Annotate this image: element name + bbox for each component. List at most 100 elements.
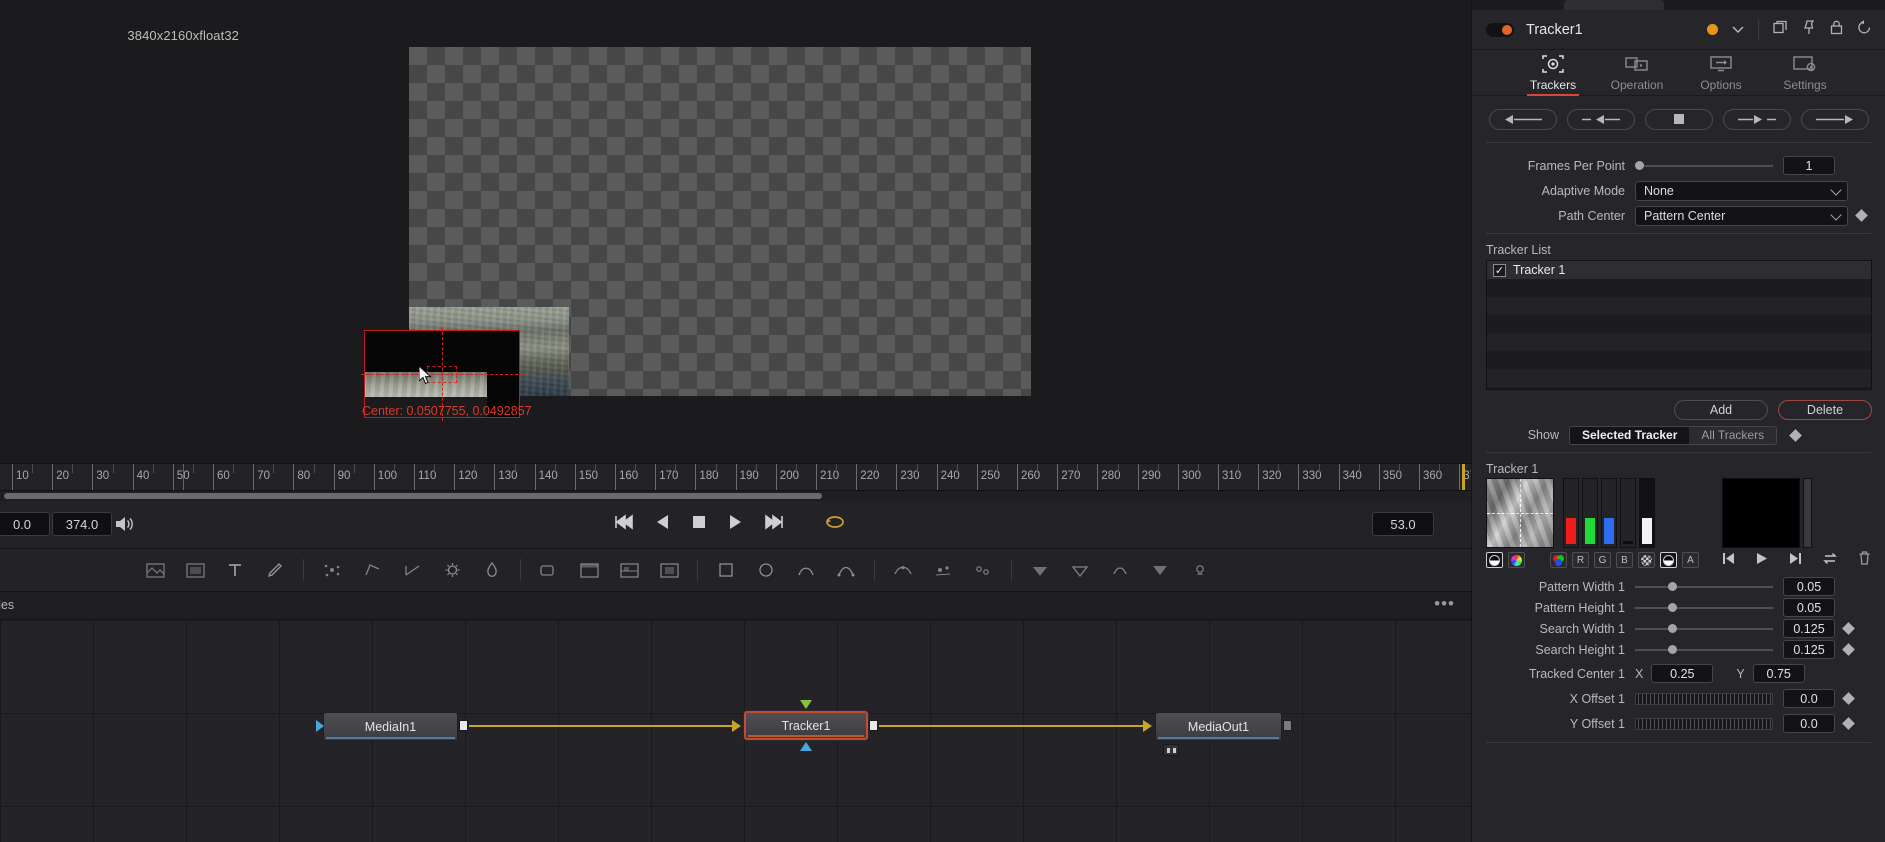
polyline-mask-icon[interactable]	[786, 555, 826, 585]
ellipse-mask-icon[interactable]	[746, 555, 786, 585]
color-display-button[interactable]	[1508, 552, 1525, 568]
y-offset-value[interactable]: 0.0	[1783, 714, 1835, 733]
add-tracker-button[interactable]: Add	[1674, 400, 1768, 420]
search-width-value[interactable]: 0.125	[1783, 619, 1835, 638]
background-icon[interactable]	[135, 555, 175, 585]
node-media-out[interactable]: MediaOut1	[1155, 712, 1282, 741]
loop-preview-button[interactable]	[1822, 552, 1838, 570]
timeline-scrollbar[interactable]	[0, 491, 1471, 501]
adaptive-mode-dropdown[interactable]: None	[1635, 180, 1848, 201]
tracked-center-y-value[interactable]: 0.75	[1752, 664, 1805, 683]
tracker-list[interactable]: ✓ Tracker 1	[1486, 260, 1872, 390]
polygon-mask-icon[interactable]	[352, 555, 392, 585]
inspector-active-tab[interactable]	[1564, 0, 1664, 10]
copy-icon[interactable]	[1773, 20, 1788, 40]
three-d-shape-icon[interactable]	[1100, 555, 1140, 585]
next-keyframe-button[interactable]	[1788, 552, 1802, 570]
tracker-enabled-checkbox[interactable]: ✓	[1493, 263, 1506, 277]
red-channel-button[interactable]: R	[1572, 552, 1589, 568]
reset-icon[interactable]	[1857, 19, 1872, 40]
resize-icon[interactable]	[609, 555, 649, 585]
search-width-keyframe-button[interactable]	[1842, 622, 1855, 635]
show-all-trackers-option[interactable]: All Trackers	[1689, 426, 1777, 444]
node-tracker-foreground-input[interactable]	[800, 700, 812, 709]
alpha-channel-button[interactable]: A	[1682, 552, 1699, 568]
three-d-light-icon[interactable]	[1180, 555, 1220, 585]
play-preview-button[interactable]	[1756, 552, 1768, 570]
bspline-mask-icon[interactable]	[392, 555, 432, 585]
stop-button[interactable]	[692, 515, 706, 534]
luma-channel-button[interactable]	[1660, 552, 1677, 568]
pattern-width-value[interactable]: 0.05	[1783, 577, 1835, 596]
jump-to-end-button[interactable]	[764, 514, 784, 535]
search-height-value[interactable]: 0.125	[1783, 640, 1835, 659]
search-preview[interactable]	[1722, 478, 1800, 548]
node-media-out-badge[interactable]	[1163, 744, 1179, 756]
merge-icon[interactable]	[569, 555, 609, 585]
track-reverse-button[interactable]	[1567, 108, 1635, 130]
x-offset-slider[interactable]	[1635, 692, 1773, 706]
search-width-slider[interactable]	[1635, 622, 1773, 636]
render-range-end-marker[interactable]	[1462, 464, 1465, 490]
color-correct-icon[interactable]	[432, 555, 472, 585]
show-selected-tracker-option[interactable]: Selected Tracker	[1570, 426, 1690, 444]
timeline-scrollbar-thumb[interactable]	[4, 493, 822, 499]
node-media-in-input-arrow[interactable]	[316, 720, 324, 732]
chevron-down-icon[interactable]	[1732, 21, 1744, 39]
planar-tracker-icon[interactable]	[923, 555, 963, 585]
rgb-channels-button[interactable]	[1550, 552, 1567, 568]
timeline-end-field[interactable]: 374.0	[52, 512, 112, 536]
frames-per-point-slider[interactable]	[1635, 159, 1773, 173]
lock-icon[interactable]	[1830, 20, 1843, 40]
green-channel-button[interactable]: G	[1594, 552, 1611, 568]
blue-channel-button[interactable]: B	[1616, 552, 1633, 568]
inspector-tab-strip[interactable]	[1472, 0, 1885, 10]
jump-to-start-button[interactable]	[614, 514, 634, 535]
node-media-in[interactable]: MediaIn1	[323, 712, 458, 741]
checker-channel-button[interactable]	[1638, 552, 1655, 568]
three-d-merge-icon[interactable]	[1020, 555, 1060, 585]
colour-curves-icon[interactable]	[472, 555, 512, 585]
timeline-ruler[interactable]: 10 20 30 40 50 60 70 80 90 100 110 120 130 140 150 160 1…	[0, 463, 1471, 491]
pattern-height-slider[interactable]	[1635, 601, 1773, 615]
current-frame-field[interactable]: 53.0	[1372, 512, 1434, 536]
x-offset-value[interactable]: 0.0	[1783, 689, 1835, 708]
paint-icon[interactable]	[255, 555, 295, 585]
stop-tracking-button[interactable]	[1645, 108, 1713, 130]
path-center-keyframe-button[interactable]	[1855, 209, 1868, 222]
pattern-preview[interactable]	[1486, 478, 1554, 548]
tab-settings[interactable]: Settings	[1769, 53, 1841, 92]
status-dot-icon[interactable]	[1707, 24, 1718, 35]
delete-tracker-button[interactable]: Delete	[1778, 400, 1872, 420]
prev-keyframe-button[interactable]	[1722, 552, 1736, 570]
tab-options[interactable]: Options	[1685, 53, 1757, 92]
track-forward-from-start-button[interactable]	[1801, 108, 1869, 130]
viewer-panel[interactable]: Center: 0.0507755, 0.0492857 3840x2160xf…	[0, 0, 1471, 463]
node-tracker-output-port[interactable]	[869, 720, 878, 731]
tab-operation[interactable]: Operation	[1601, 53, 1673, 92]
x-offset-keyframe-button[interactable]	[1842, 692, 1855, 705]
delete-preview-button[interactable]	[1858, 551, 1871, 570]
play-reverse-button[interactable]	[656, 514, 670, 535]
node-tracker-background-input[interactable]	[800, 742, 812, 751]
loop-button[interactable]	[824, 514, 846, 535]
node-enable-toggle[interactable]	[1486, 22, 1514, 37]
tracker-icon[interactable]	[883, 555, 923, 585]
y-offset-keyframe-button[interactable]	[1842, 717, 1855, 730]
three-d-renderer-icon[interactable]	[1140, 555, 1180, 585]
node-media-in-output-port[interactable]	[459, 720, 468, 731]
pattern-width-slider[interactable]	[1635, 580, 1773, 594]
rectangle-mask-icon[interactable]	[706, 555, 746, 585]
search-height-slider[interactable]	[1635, 643, 1773, 657]
tracker-list-item[interactable]: ✓ Tracker 1	[1487, 261, 1871, 279]
y-offset-slider[interactable]	[1635, 717, 1773, 731]
camera-tracker-icon[interactable]	[963, 555, 1003, 585]
track-forward-button[interactable]	[1723, 108, 1791, 130]
search-height-keyframe-button[interactable]	[1842, 643, 1855, 656]
particles-icon[interactable]	[312, 555, 352, 585]
three-d-camera-icon[interactable]	[1060, 555, 1100, 585]
tracked-center-x-value[interactable]: 0.25	[1651, 664, 1714, 683]
show-segmented-control[interactable]: Selected Tracker All Trackers	[1569, 425, 1778, 445]
pattern-height-value[interactable]: 0.05	[1783, 598, 1835, 617]
play-forward-button[interactable]	[728, 514, 742, 535]
